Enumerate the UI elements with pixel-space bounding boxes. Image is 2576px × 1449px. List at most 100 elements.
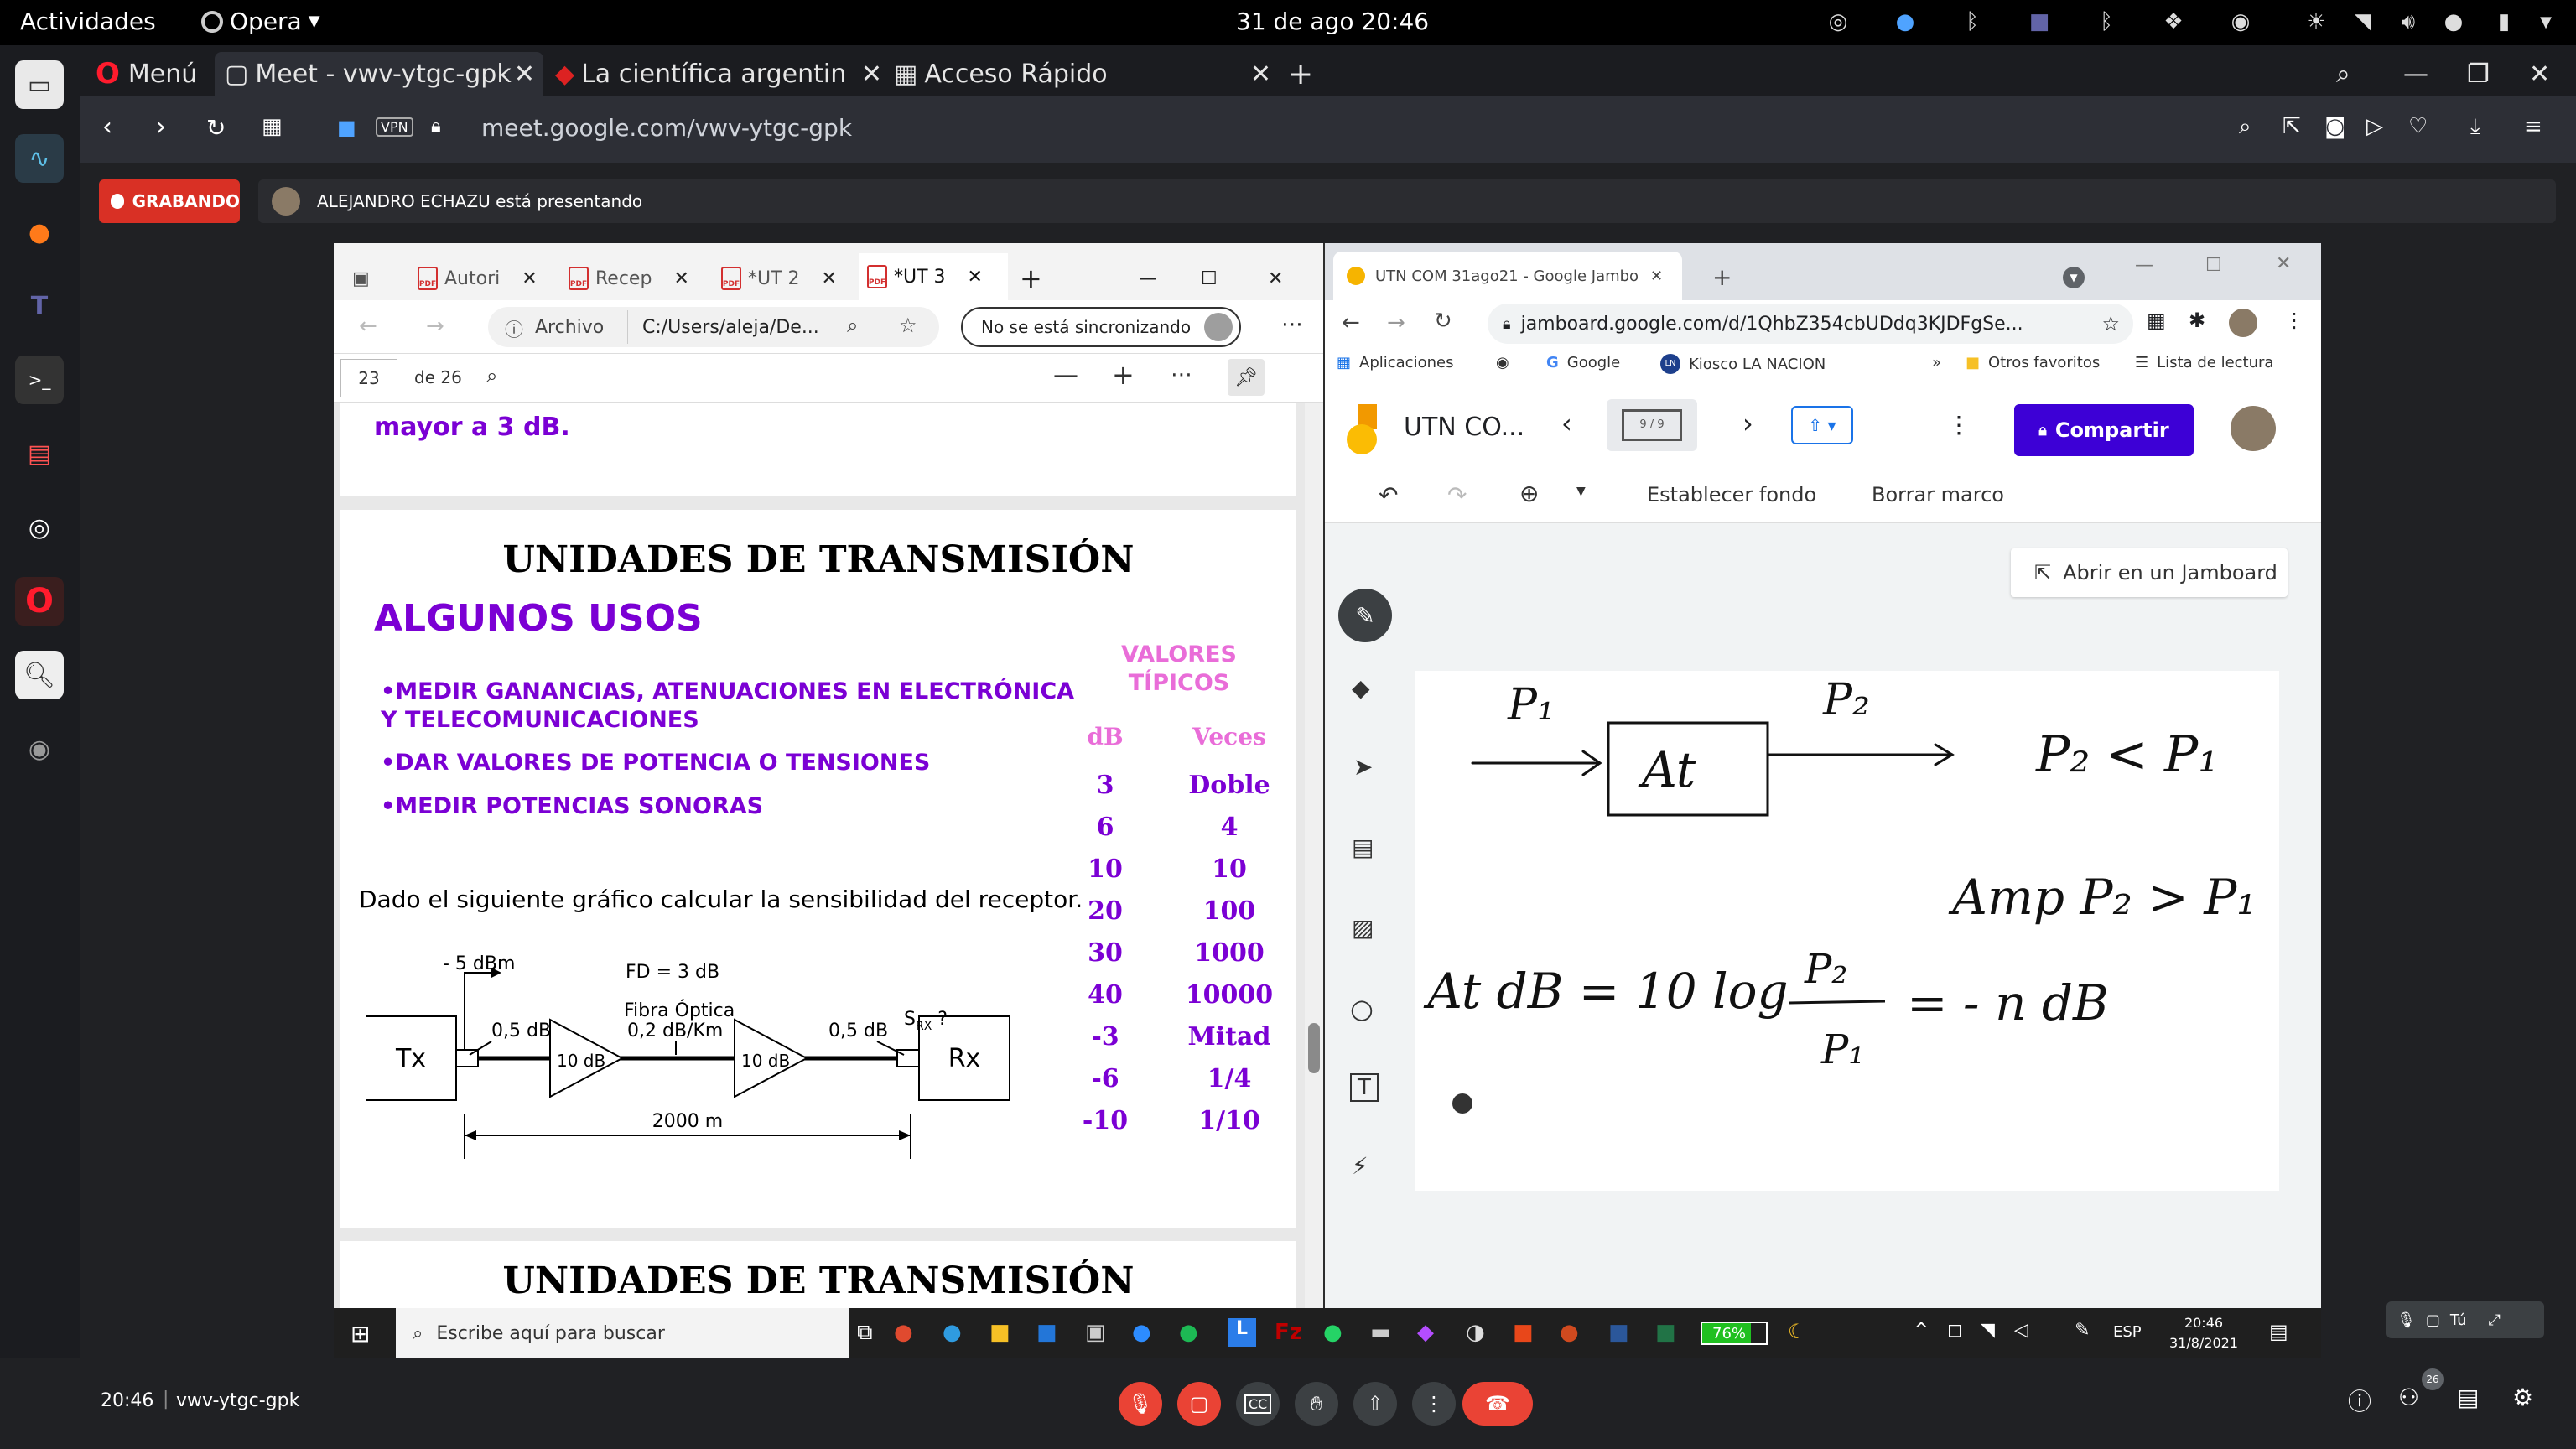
- flow-icon[interactable]: ▷: [2366, 114, 2383, 139]
- leave-call-button[interactable]: ☎: [1462, 1382, 1533, 1426]
- zoom-out-button[interactable]: —: [1053, 361, 1078, 390]
- raise-hand-button[interactable]: ✋︎: [1295, 1382, 1338, 1426]
- self-view-tile[interactable]: 🎙︎ ▢ Tú ⤢: [2386, 1301, 2544, 1338]
- taskbar-search[interactable]: ⌕ Escribe aquí para buscar: [396, 1308, 849, 1358]
- text-box-tool-icon[interactable]: T: [1350, 1073, 1379, 1102]
- excel-taskbar-icon[interactable]: ■: [1655, 1320, 1676, 1345]
- sync-status-button[interactable]: No se está sincronizando: [961, 307, 1241, 347]
- chrome-tray-icon[interactable]: ●: [1892, 8, 1919, 35]
- laser-tool-icon[interactable]: ⚡: [1352, 1152, 1368, 1180]
- easy-setup-icon[interactable]: ≡: [2524, 114, 2542, 139]
- pen-icon[interactable]: ✎: [2075, 1320, 2090, 1341]
- edge-tab-ut3[interactable]: PDF *UT 3 ✕: [859, 253, 1008, 300]
- pdf-more-icon[interactable]: ⋯: [1171, 362, 1192, 387]
- reload-button[interactable]: ↻: [206, 114, 226, 142]
- chrome-reload-button[interactable]: ↻: [1434, 309, 1452, 334]
- pdf-viewport[interactable]: mayor a 3 dB. UNIDADES DE TRANSMISIÓN AL…: [334, 402, 1323, 1308]
- close-tab-icon[interactable]: ✕: [514, 60, 535, 89]
- system-monitor-icon[interactable]: ∿: [15, 134, 64, 183]
- present-button[interactable]: ⇧ ▾: [1791, 406, 1853, 444]
- app-menu[interactable]: Opera ▼: [201, 8, 320, 35]
- pin-toolbar-icon[interactable]: 📌︎: [1228, 359, 1265, 396]
- sticky-note-tool-icon[interactable]: ▤: [1352, 834, 1374, 861]
- chrome-taskbar-icon[interactable]: ●: [894, 1320, 913, 1345]
- jamboard-canvas[interactable]: P₁ P₂ At P₂ < P₁ Amp P₂ > P₁ At dB = 10 …: [1415, 671, 2279, 1191]
- volume-icon[interactable]: 🔊︎: [2395, 8, 2422, 35]
- captions-button[interactable]: CC: [1236, 1382, 1280, 1426]
- dropbox-icon[interactable]: ❖: [2160, 8, 2187, 35]
- pdf-search-icon[interactable]: ⌕: [486, 364, 497, 387]
- activities-button[interactable]: Actividades: [20, 8, 156, 35]
- speaker-icon[interactable]: ◁: [2014, 1320, 2028, 1341]
- taskbar-clock[interactable]: 20:46 31/8/2021: [2162, 1313, 2246, 1353]
- powerpoint-taskbar-icon[interactable]: ●: [1560, 1320, 1579, 1345]
- network-taskbar-icon[interactable]: ▣: [1085, 1320, 1106, 1345]
- close-tab-icon[interactable]: ✕: [673, 268, 688, 289]
- edge-tab-ut2[interactable]: PDF *UT 2 ✕: [721, 260, 837, 297]
- bookmark-otros[interactable]: ■ Otros favoritos: [1966, 354, 2100, 371]
- url-field[interactable]: meet.google.com/vwv-ytgc-gpk: [481, 114, 852, 142]
- shape-tool-icon[interactable]: ○: [1350, 993, 1374, 1025]
- tab-cientifica[interactable]: ◆ La científica argentin ✕: [555, 52, 882, 96]
- edge-new-tab-button[interactable]: +: [1020, 260, 1042, 297]
- tab-jamboard[interactable]: UTN COM 31ago21 - Google Jambo ✕: [1333, 252, 1682, 300]
- outlook-taskbar-icon[interactable]: ■: [1036, 1320, 1057, 1345]
- select-tool-icon[interactable]: ➤: [1353, 753, 1373, 781]
- terminal-taskbar-icon[interactable]: ▬: [1370, 1320, 1391, 1345]
- battery-icon[interactable]: ▮: [2490, 8, 2517, 35]
- discord-icon[interactable]: ◉: [2227, 8, 2254, 35]
- chrome-forward-button[interactable]: →: [1387, 310, 1405, 335]
- redo-button[interactable]: ↷: [1447, 481, 1467, 509]
- zoom-in-button[interactable]: +: [1112, 359, 1135, 391]
- close-tab-icon[interactable]: ✕: [1650, 267, 1663, 285]
- opera-dock-icon[interactable]: O: [15, 577, 64, 626]
- forward-button[interactable]: ›: [156, 112, 166, 142]
- jam-title[interactable]: UTN CO...: [1404, 413, 1524, 442]
- task-view-icon[interactable]: ⧉: [857, 1320, 873, 1346]
- filezilla-taskbar-icon[interactable]: Fz: [1275, 1320, 1302, 1345]
- tab-acceso-rapido[interactable]: ▦ Acceso Rápido ✕: [894, 52, 1271, 96]
- zoom-icon[interactable]: ⌕: [847, 314, 858, 337]
- notifications-icon[interactable]: ▤: [2269, 1320, 2288, 1343]
- chrome-maximize-button[interactable]: ☐: [2205, 255, 2222, 276]
- activities-icon[interactable]: ⚙: [2512, 1384, 2533, 1411]
- microphone-icon[interactable]: ●: [2440, 8, 2467, 35]
- undo-button[interactable]: ↶: [1379, 481, 1398, 509]
- back-button[interactable]: ‹: [102, 112, 112, 142]
- windows-start-icon[interactable]: ⊞: [351, 1320, 370, 1348]
- edge-taskbar-icon[interactable]: ●: [943, 1320, 962, 1345]
- vpn-badge[interactable]: VPN: [376, 117, 413, 137]
- edge-tab-recep[interactable]: PDF Recep ✕: [569, 260, 689, 297]
- close-window-button[interactable]: ✕: [2529, 52, 2550, 96]
- obs-studio-icon[interactable]: ◎: [15, 503, 64, 552]
- tab-meet[interactable]: ▢ Meet - vwv-ytgc-gpk ✕: [215, 52, 543, 96]
- edge-settings-menu-icon[interactable]: ⋯: [1281, 312, 1303, 337]
- page-number-input[interactable]: 23: [340, 359, 397, 397]
- search-page-icon[interactable]: ⌕: [2239, 114, 2251, 140]
- share-button[interactable]: 🔒︎ Compartir: [2014, 404, 2194, 456]
- tabs-overview-icon[interactable]: ▦: [262, 114, 283, 139]
- image-tool-icon[interactable]: ▨: [1352, 914, 1374, 942]
- search-tabs-icon[interactable]: ⌕: [2336, 52, 2350, 96]
- new-tab-button[interactable]: +: [1288, 52, 1313, 96]
- zoom-dropdown-icon[interactable]: ▼: [1576, 485, 1586, 498]
- chrome-back-button[interactable]: ←: [1342, 310, 1360, 335]
- chat-icon[interactable]: ▤: [2457, 1384, 2479, 1411]
- bookmark-google[interactable]: G Google: [1546, 354, 1620, 371]
- snapshot-icon[interactable]: ◙: [2324, 114, 2345, 139]
- wifi-icon[interactable]: ◥: [2350, 8, 2376, 35]
- maximize-window-button[interactable]: ❐: [2467, 52, 2490, 96]
- meeting-code[interactable]: vwv-ytgc-gpk: [176, 1390, 299, 1411]
- close-tab-icon[interactable]: ✕: [1250, 60, 1271, 89]
- zoom-taskbar-icon[interactable]: ●: [1132, 1320, 1151, 1345]
- chrome-url-field[interactable]: 🔒︎ jamboard.google.com/d/1QhbZ354cbUDdq3…: [1488, 304, 2133, 344]
- close-tab-icon[interactable]: ✕: [522, 268, 537, 289]
- bookmark-kiosco[interactable]: LN Kiosco LA NACION: [1660, 354, 1826, 374]
- brightness-icon[interactable]: ☀: [2303, 8, 2329, 35]
- extension-grid-icon[interactable]: ▦: [2147, 309, 2166, 332]
- tab-search-icon[interactable]: ▼: [2063, 267, 2085, 288]
- edge-tab-autori[interactable]: PDF Autori ✕: [418, 260, 538, 297]
- search-tool-icon[interactable]: 🔍︎: [15, 651, 64, 699]
- participants-icon[interactable]: ⚇: [2398, 1384, 2419, 1411]
- download-icon[interactable]: ⤓: [2470, 114, 2480, 140]
